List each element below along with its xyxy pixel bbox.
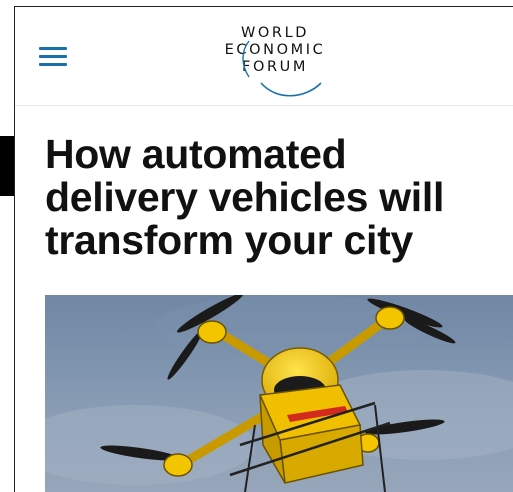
hamburger-menu-icon[interactable] (39, 45, 67, 67)
mobile-page: WORLD ECONOMIC FORUM How automated deliv… (14, 6, 513, 492)
article-title: How automated delivery vehicles will tra… (45, 131, 445, 263)
site-header: WORLD ECONOMIC FORUM (15, 7, 513, 106)
menu-bar (39, 55, 67, 58)
logo-swoosh-icon (242, 40, 322, 97)
menu-bar (39, 63, 67, 66)
wef-logo[interactable]: WORLD ECONOMIC FORUM (205, 21, 345, 105)
left-edge-tab (0, 136, 15, 196)
menu-bar (39, 47, 67, 50)
delivery-drone-photo (45, 295, 513, 492)
hero-image (45, 295, 513, 492)
